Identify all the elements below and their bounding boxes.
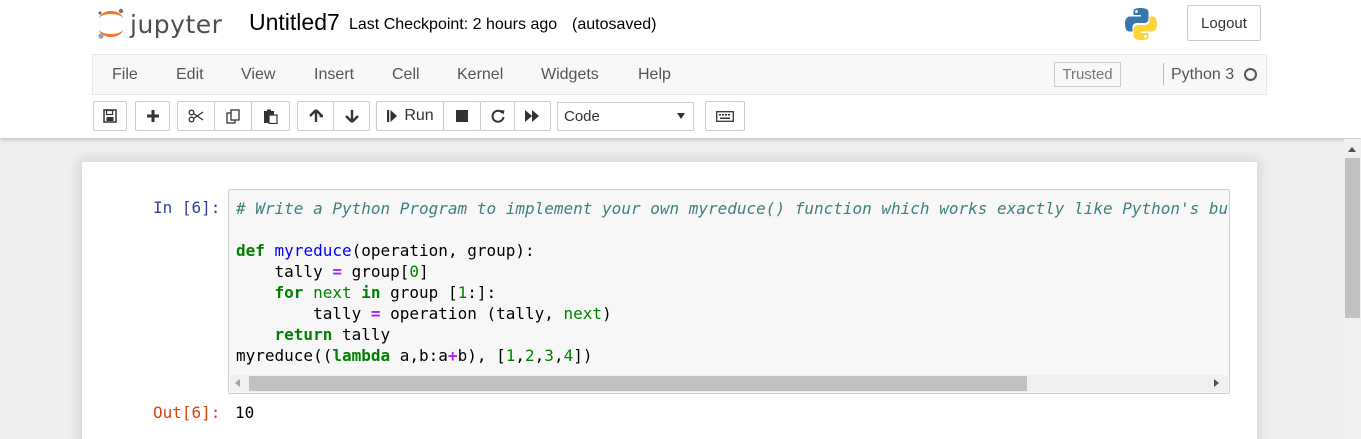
arrow-up-icon [308,109,323,122]
move-down-button[interactable] [333,101,370,131]
jupyter-logo-icon [98,8,124,39]
menu-help[interactable]: Help [638,66,671,84]
vertical-scroll-thumb[interactable] [1345,158,1360,318]
move-up-button[interactable] [297,101,334,131]
kernel-idle-icon [1244,68,1257,81]
copy-button[interactable] [214,101,252,131]
code-line-4: tally = group[0] [236,262,429,281]
notebook-name[interactable]: Untitled7 [249,9,340,36]
code-line-7: return tally [274,325,391,344]
cut-icon [188,109,204,123]
save-button[interactable] [93,101,127,131]
vertical-scrollbar[interactable] [1344,139,1361,439]
menu-view[interactable]: View [241,66,275,84]
input-prompt: In [6]: [153,198,221,217]
run-icon [387,110,398,122]
menu-edit[interactable]: Edit [176,66,204,84]
paste-icon [264,109,278,124]
logo-text: jupyter [130,9,223,39]
menu-insert[interactable]: Insert [314,66,354,84]
checkpoint-status: Last Checkpoint: 2 hours ago [349,16,558,33]
kernel-separator [1163,63,1164,85]
horizontal-scrollbar[interactable] [230,375,1228,392]
code-text[interactable]: # Write a Python Program to implement yo… [236,198,1228,366]
save-icon [103,109,117,123]
jupyter-logo[interactable]: jupyter [96,6,222,42]
menu-widgets[interactable]: Widgets [541,66,599,84]
trusted-indicator[interactable]: Trusted [1054,62,1121,87]
code-line-5: for next in group [1:]: [274,283,497,302]
code-line-1: # Write a Python Program to implement yo… [236,199,1229,218]
scroll-left-icon[interactable] [235,379,240,387]
run-button[interactable]: Run [376,101,444,131]
output-prompt: Out[6]: [153,403,221,422]
cell-output: 10 [235,403,255,422]
code-line-8: myreduce((lambda a,b:a+b), [1,2,3,4]) [236,346,593,365]
keyboard-icon [716,110,734,122]
menu-file[interactable]: File [112,66,138,84]
python-logo-icon [1123,6,1159,47]
arrow-down-icon [344,110,359,123]
dropdown-arrow-icon [677,113,685,119]
header: jupyter Untitled7 Last Checkpoint: 2 hou… [0,0,1361,138]
fast-forward-icon [525,110,539,122]
kernel-name: Python 3 [1171,66,1235,83]
scroll-right-icon[interactable] [1214,379,1219,387]
scroll-up-icon[interactable] [1348,147,1356,152]
autosave-status: (autosaved) [572,16,657,33]
restart-button[interactable] [480,101,515,131]
horizontal-scroll-thumb[interactable] [249,376,1027,391]
copy-icon [225,108,240,124]
menu-kernel[interactable]: Kernel [457,66,503,84]
paste-button[interactable] [251,101,290,131]
cut-button[interactable] [177,101,215,131]
command-palette-button[interactable] [705,101,745,131]
menubar: File Edit View Insert Cell Kernel Widget… [92,54,1267,95]
cell-type-value: Code [564,108,600,125]
insert-cell-button[interactable] [135,101,170,131]
plus-icon [146,110,159,122]
restart-icon [491,109,504,123]
stop-icon [456,110,468,122]
code-line-3: def myreduce(operation, group): [236,241,535,260]
code-cell-editor[interactable]: # Write a Python Program to implement yo… [228,189,1230,394]
cell-type-select[interactable]: Code [557,102,694,131]
logout-button[interactable]: Logout [1187,5,1261,41]
run-label: Run [404,107,434,124]
code-line-6: tally = operation (tally, next) [236,304,612,323]
menu-cell[interactable]: Cell [392,66,420,84]
interrupt-button[interactable] [443,101,481,131]
restart-run-all-button[interactable] [514,101,551,131]
